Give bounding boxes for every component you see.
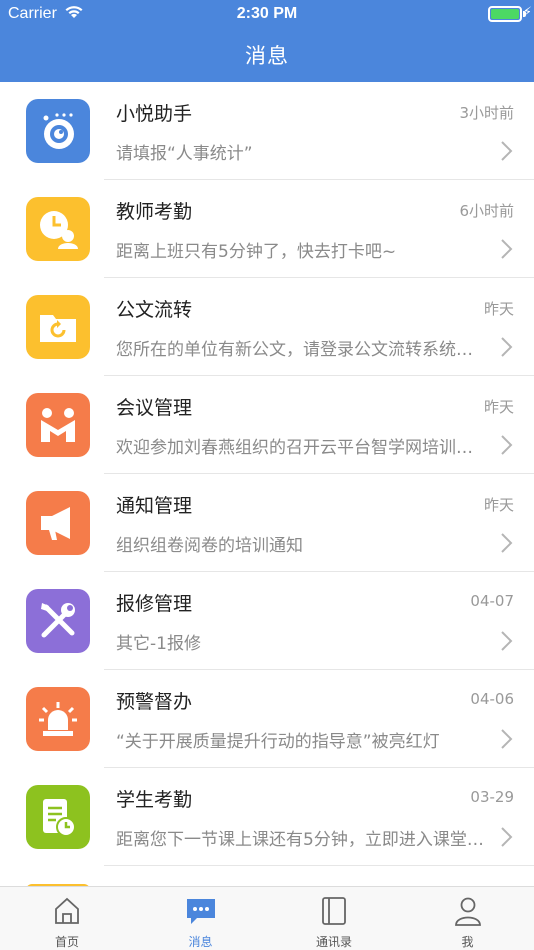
chevron-right-icon bbox=[501, 533, 513, 553]
message-title: 公文流转 bbox=[116, 299, 193, 321]
page-title: 消息 bbox=[245, 44, 289, 68]
message-preview: 您所在的单位有新公文，请登录公文流转系统查看 bbox=[116, 340, 488, 360]
clock-person-icon bbox=[26, 197, 90, 261]
message-title: 会议管理 bbox=[116, 397, 193, 419]
document-clock-icon bbox=[26, 785, 90, 849]
message-list: 小悦助手 3小时前请填报“人事统计” 教师考勤 6小时前距离上班只有5分钟了，快去打卡… bbox=[0, 82, 534, 866]
message-preview: “关于开展质量提升行动的指导意”被亮红灯 bbox=[116, 732, 440, 752]
message-row[interactable]: 小悦助手 3小时前请填报“人事统计” bbox=[0, 82, 534, 180]
message-preview: 欢迎参加刘春燕组织的召开云平台智学网培训会议 bbox=[116, 438, 488, 458]
chevron-right-icon bbox=[501, 337, 513, 357]
message-title: 预警督办 bbox=[116, 691, 193, 713]
message-preview: 距离上班只有5分钟了，快去打卡吧~ bbox=[116, 242, 397, 262]
message-time: 昨天 bbox=[483, 496, 514, 514]
message-row[interactable]: 教师考勤 6小时前距离上班只有5分钟了，快去打卡吧~ bbox=[0, 180, 534, 278]
message-time: 3小时前 bbox=[459, 104, 514, 122]
message-time: 昨天 bbox=[483, 300, 514, 318]
charging-icon: ⚡ bbox=[522, 5, 532, 20]
message-row[interactable]: 预警督办 04-06 “关于开展质量提升行动的指导意”被亮红灯 bbox=[0, 670, 534, 768]
meeting-icon bbox=[26, 393, 90, 457]
tab-label: 通讯录 bbox=[315, 935, 352, 949]
tab-person[interactable]: 我 bbox=[401, 887, 534, 950]
row-divider bbox=[104, 865, 534, 866]
message-title: 小悦助手 bbox=[116, 103, 193, 125]
chevron-right-icon bbox=[501, 239, 513, 259]
message-title: 学生考勤 bbox=[116, 789, 193, 811]
megaphone-icon bbox=[26, 491, 90, 555]
assistant-icon bbox=[26, 99, 90, 163]
header: Carrier 2:30 PM ⚡ 消息 bbox=[0, 0, 534, 82]
tab-label: 消息 bbox=[188, 935, 213, 949]
battery-icon bbox=[488, 6, 522, 22]
message-row[interactable]: 公文流转 昨天您所在的单位有新公文，请登录公文流转系统查看 bbox=[0, 278, 534, 376]
folder-refresh-icon bbox=[26, 295, 90, 359]
message-time: 04-07 bbox=[470, 592, 514, 610]
alarm-light-icon bbox=[26, 687, 90, 751]
message-row[interactable]: 报修管理 04-07 其它-1报修 bbox=[0, 572, 534, 670]
tab-bar: 首页 消息 通讯录 我 bbox=[0, 886, 534, 950]
message-row[interactable]: 通知管理 昨天组织组卷阅卷的培训通知 bbox=[0, 474, 534, 572]
message-time: 04-06 bbox=[470, 690, 514, 708]
clock-time: 2:30 PM bbox=[236, 5, 298, 22]
message-preview: 请填报“人事统计” bbox=[116, 144, 253, 164]
message-preview: 组织组卷阅卷的培训通知 bbox=[116, 536, 303, 556]
message-time: 昨天 bbox=[483, 398, 514, 416]
chevron-right-icon bbox=[501, 827, 513, 847]
chevron-right-icon bbox=[501, 729, 513, 749]
status-bar: Carrier 2:30 PM ⚡ bbox=[0, 0, 534, 28]
tools-icon bbox=[26, 589, 90, 653]
tab-contacts-book[interactable]: 通讯录 bbox=[267, 887, 401, 950]
tab-label: 我 bbox=[461, 935, 474, 949]
chevron-right-icon bbox=[501, 435, 513, 455]
chevron-right-icon bbox=[501, 141, 513, 161]
chevron-right-icon bbox=[501, 631, 513, 651]
tab-home[interactable]: 首页 bbox=[0, 887, 134, 950]
message-row[interactable]: 会议管理 昨天欢迎参加刘春燕组织的召开云平台智学网培训会议 bbox=[0, 376, 534, 474]
message-title: 报修管理 bbox=[116, 593, 193, 615]
message-preview: 其它-1报修 bbox=[116, 634, 201, 654]
message-title: 通知管理 bbox=[116, 495, 193, 517]
tab-message[interactable]: 消息 bbox=[134, 887, 268, 950]
message-time: 03-29 bbox=[470, 788, 514, 806]
tab-label: 首页 bbox=[54, 935, 79, 949]
message-time: 6小时前 bbox=[459, 202, 514, 220]
message-row[interactable]: 学生考勤 03-29 距离您下一节课上课还有5分钟，立即进入课堂考勤 bbox=[0, 768, 534, 866]
message-title: 教师考勤 bbox=[116, 201, 193, 223]
message-preview: 距离您下一节课上课还有5分钟，立即进入课堂考勤 bbox=[116, 830, 488, 850]
